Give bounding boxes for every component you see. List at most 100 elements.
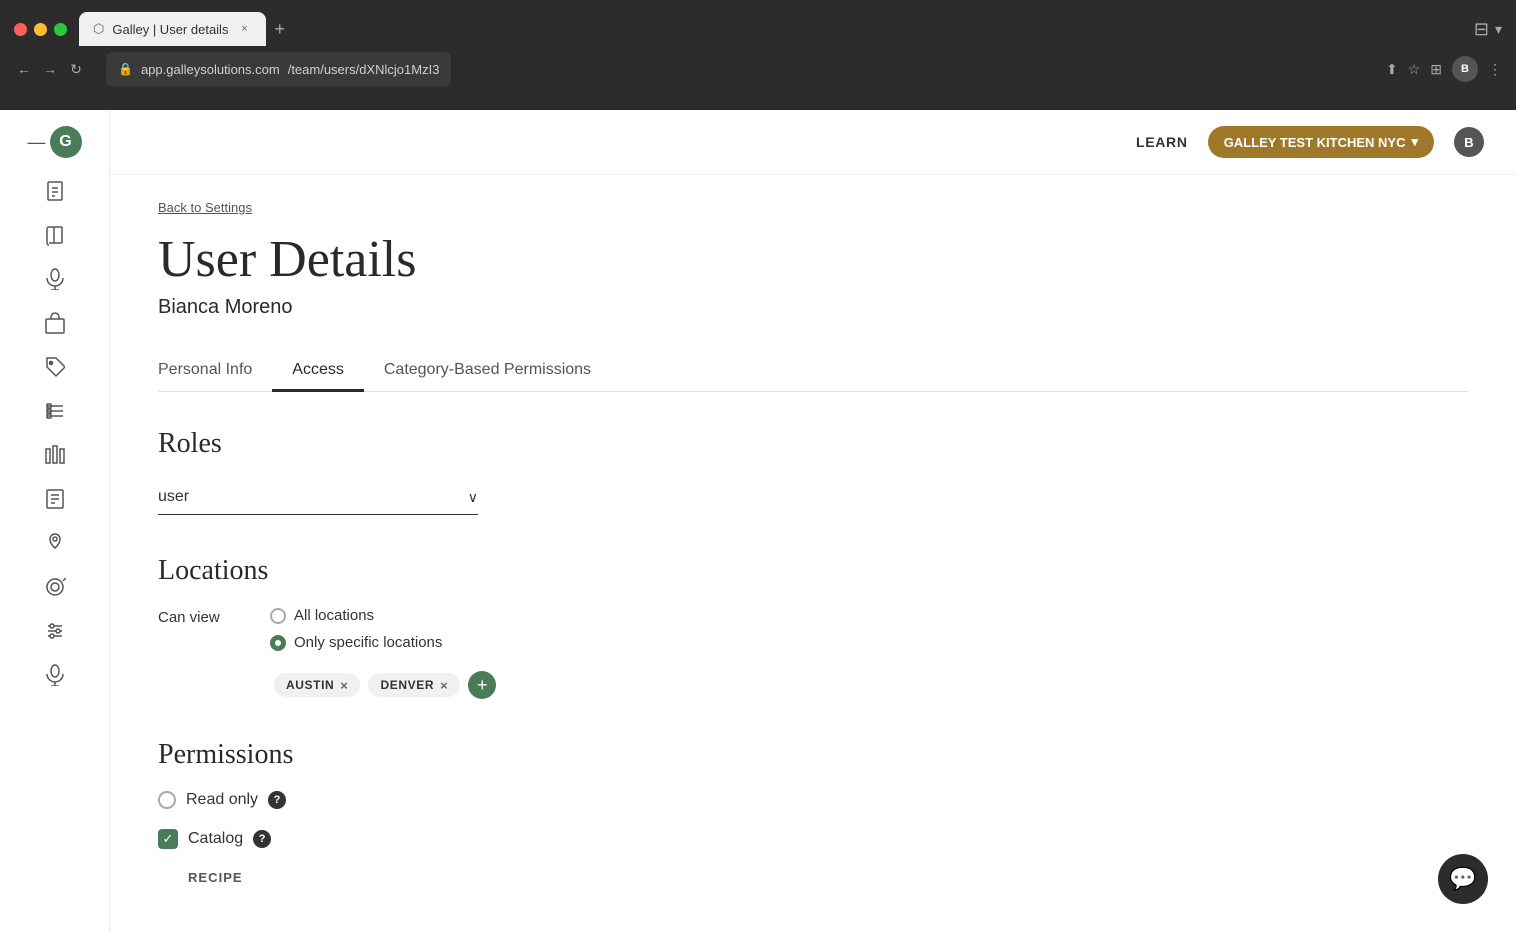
title-bar: ⬡ Galley | User details × + ⊟ ▾	[0, 0, 1516, 46]
roles-dropdown-value: user	[158, 488, 189, 506]
sidebar-item-mic[interactable]	[20, 262, 90, 302]
location-tags: AUSTIN × DENVER × +	[274, 671, 1468, 699]
bookmark-icon[interactable]: ☆	[1408, 61, 1421, 78]
sidebar-item-tag[interactable]	[20, 350, 90, 390]
nav-forward-button[interactable]: →	[40, 61, 60, 77]
austin-tag: AUSTIN ×	[274, 673, 360, 697]
nav-back-button[interactable]: ←	[14, 61, 34, 77]
sidebar-item-pin[interactable]	[20, 526, 90, 566]
add-location-button[interactable]: +	[468, 671, 496, 699]
sidebar-item-note[interactable]	[20, 482, 90, 522]
browser-tab[interactable]: ⬡ Galley | User details ×	[79, 12, 266, 46]
tab-close-btn[interactable]: ×	[236, 21, 252, 37]
book-icon	[45, 224, 65, 252]
address-bar-row: ← → ↻ 🔒 app.galleysolutions.com /team/us…	[0, 46, 1516, 92]
traffic-light-red[interactable]	[14, 23, 27, 36]
top-bar: LEARN GALLEY TEST KITCHEN NYC ▾ B	[110, 110, 1516, 175]
tab-category-permissions[interactable]: Category-Based Permissions	[364, 351, 611, 392]
denver-tag-remove[interactable]: ×	[440, 679, 448, 692]
url-base: app.galleysolutions.com	[141, 62, 280, 77]
locations-section: Locations Can view All locations Only sp…	[158, 555, 1468, 699]
roles-dropdown-arrow: ∨	[468, 489, 478, 506]
more-options-icon[interactable]: ⋮	[1488, 61, 1502, 78]
specific-locations-radio-circle	[270, 635, 286, 651]
back-to-settings-link[interactable]: Back to Settings	[158, 200, 252, 215]
learn-button[interactable]: LEARN	[1136, 134, 1188, 150]
new-tab-button[interactable]: +	[274, 19, 285, 40]
permissions-section-title: Permissions	[158, 739, 1468, 771]
catalog-checkbox[interactable]: ✓	[158, 829, 178, 849]
roles-section: Roles user ∨	[158, 428, 1468, 515]
sidebar-logo: — G	[28, 126, 82, 158]
sidebar-item-book[interactable]	[20, 218, 90, 258]
read-only-help-icon[interactable]: ?	[268, 791, 286, 809]
mic-icon	[46, 268, 64, 296]
tab-personal-info[interactable]: Personal Info	[158, 351, 272, 392]
user-avatar[interactable]: B	[1454, 127, 1484, 157]
chat-icon: 💬	[1449, 866, 1476, 892]
catalog-label: Catalog	[188, 830, 243, 848]
note-icon	[45, 488, 65, 516]
tabs: Personal Info Access Category-Based Perm…	[158, 351, 1468, 392]
tab-title: Galley | User details	[112, 22, 228, 37]
url-path: /team/users/dXNlcjo1MzI3	[288, 62, 440, 77]
recipe-sublabel: RECIPE	[158, 869, 1468, 887]
settings-icon	[44, 620, 66, 648]
box-icon	[44, 312, 66, 340]
nav-refresh-button[interactable]: ↻	[66, 61, 86, 78]
traffic-light-yellow[interactable]	[34, 23, 47, 36]
sidebar-item-box[interactable]	[20, 306, 90, 346]
specific-locations-radio[interactable]: Only specific locations	[270, 634, 442, 651]
browser-user-avatar[interactable]: B	[1452, 56, 1478, 82]
plate-icon	[44, 576, 66, 604]
lock-icon: 🔒	[118, 62, 133, 76]
page-subtitle: Bianca Moreno	[158, 296, 1468, 319]
browser-chrome: ⬡ Galley | User details × + ⊟ ▾ ← → ↻ 🔒 …	[0, 0, 1516, 110]
app-container: — G	[0, 110, 1516, 932]
pin-icon	[45, 532, 65, 560]
sidebar-item-library[interactable]	[20, 438, 90, 478]
all-locations-radio-circle	[270, 608, 286, 624]
kitchen-selector-button[interactable]: GALLEY TEST KITCHEN NYC ▾	[1208, 126, 1434, 158]
all-locations-label: All locations	[294, 607, 374, 624]
sidebar-item-settings[interactable]	[20, 614, 90, 654]
mic2-icon	[46, 664, 64, 692]
austin-tag-label: AUSTIN	[286, 678, 334, 692]
page-title: User Details	[158, 231, 1468, 288]
window-minimize-icon[interactable]: ⊟	[1474, 19, 1489, 40]
chat-button[interactable]: 💬	[1438, 854, 1488, 904]
roles-section-title: Roles	[158, 428, 1468, 460]
sidebar-item-plate[interactable]	[20, 570, 90, 610]
sidebar-item-list[interactable]	[20, 394, 90, 434]
catalog-help-icon[interactable]: ?	[253, 830, 271, 848]
sidebar: — G	[0, 110, 110, 932]
locations-row: Can view All locations Only specific loc…	[158, 607, 1468, 651]
specific-locations-label: Only specific locations	[294, 634, 442, 651]
read-only-permission: Read only ?	[158, 791, 1468, 809]
user-initial: B	[1464, 135, 1473, 150]
logo-g-icon[interactable]: G	[50, 126, 82, 158]
tag-icon	[45, 356, 65, 384]
address-bar[interactable]: 🔒 app.galleysolutions.com /team/users/dX…	[106, 52, 451, 86]
austin-tag-remove[interactable]: ×	[340, 679, 348, 692]
denver-tag-label: DENVER	[380, 678, 434, 692]
share-icon[interactable]: ⬆	[1386, 61, 1398, 78]
permissions-section: Permissions Read only ? ✓ Catalog ? RECI…	[158, 739, 1468, 887]
tab-access[interactable]: Access	[272, 351, 364, 392]
read-only-radio[interactable]	[158, 791, 176, 809]
all-locations-radio[interactable]: All locations	[270, 607, 442, 624]
kitchen-name-label: GALLEY TEST KITCHEN NYC	[1224, 135, 1406, 150]
page-content: Back to Settings User Details Bianca Mor…	[110, 175, 1516, 932]
sidebar-item-mic2[interactable]	[20, 658, 90, 698]
location-radio-group: All locations Only specific locations	[270, 607, 442, 651]
list-icon	[45, 401, 65, 427]
roles-dropdown[interactable]: user ∨	[158, 480, 478, 515]
split-view-icon[interactable]: ⊞	[1430, 61, 1442, 78]
kitchen-dropdown-arrow: ▾	[1411, 134, 1418, 150]
can-view-label: Can view	[158, 607, 238, 626]
traffic-light-green[interactable]	[54, 23, 67, 36]
sidebar-item-documents[interactable]	[20, 174, 90, 214]
recipe-label-text: RECIPE	[188, 870, 243, 885]
main-content: LEARN GALLEY TEST KITCHEN NYC ▾ B Back t…	[110, 110, 1516, 932]
dropdown-arrow-icon[interactable]: ▾	[1495, 21, 1502, 38]
